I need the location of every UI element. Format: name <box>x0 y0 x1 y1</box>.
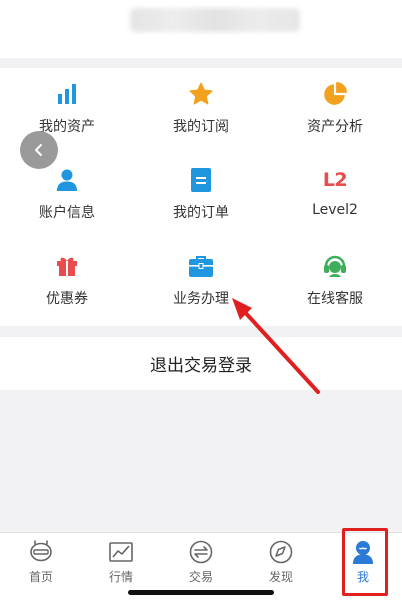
l2-icon: L2 <box>321 166 349 194</box>
customer-service-icon <box>321 252 349 280</box>
pie-chart-icon <box>321 80 349 108</box>
profile-icon <box>353 541 373 564</box>
grid-item-coupons[interactable]: 优惠券 <box>0 240 134 326</box>
order-icon <box>187 166 215 194</box>
tab-market[interactable]: 行情 <box>81 539 161 589</box>
tab-label: 行情 <box>108 570 133 584</box>
compass-icon <box>269 540 293 564</box>
blurred-username <box>130 8 300 32</box>
logout-trade-button[interactable]: 退出交易登录 <box>0 337 402 390</box>
function-grid: 我的资产 我的订阅 资产分析 账户信息 我的订单 L2 Level2 优惠券 业… <box>0 68 402 326</box>
grid-item-label: 我的订单 <box>173 205 229 221</box>
bar-chart-icon <box>53 80 81 108</box>
grid-item-label: 资产分析 <box>307 119 363 135</box>
user-icon <box>53 166 81 194</box>
tab-me[interactable]: 我 <box>323 539 402 589</box>
tab-label: 发现 <box>268 570 293 584</box>
chevron-left-icon <box>35 144 42 156</box>
grid-item-label: 业务办理 <box>173 291 229 307</box>
market-chart-icon <box>109 542 133 562</box>
grid-item-label: 在线客服 <box>307 291 363 307</box>
star-icon <box>187 80 215 108</box>
grid-item-my-assets[interactable]: 我的资产 <box>0 68 134 154</box>
tab-label: 我 <box>356 570 369 584</box>
l2-icon-text: L2 <box>322 169 348 191</box>
bottom-tab-bar: 首页 行情 交易 发现 我 <box>0 532 402 609</box>
tab-home[interactable]: 首页 <box>1 539 81 589</box>
grid-item-label: 优惠券 <box>46 291 88 307</box>
tab-label: 交易 <box>188 570 213 584</box>
tab-label: 首页 <box>28 570 53 584</box>
back-button[interactable] <box>20 131 58 169</box>
grid-item-level2[interactable]: L2 Level2 <box>268 154 402 240</box>
grid-item-online-service[interactable]: 在线客服 <box>268 240 402 326</box>
grid-item-my-subscriptions[interactable]: 我的订阅 <box>134 68 268 154</box>
gift-icon <box>53 252 81 280</box>
tab-trade[interactable]: 交易 <box>161 539 241 589</box>
grid-item-my-orders[interactable]: 我的订单 <box>134 154 268 240</box>
grid-item-label: 我的订阅 <box>173 119 229 135</box>
trade-icon <box>189 540 213 564</box>
tab-discover[interactable]: 发现 <box>241 539 321 589</box>
grid-item-account-info[interactable]: 账户信息 <box>0 154 134 240</box>
header <box>0 0 402 58</box>
grid-item-label: Level2 <box>312 202 358 218</box>
logout-trade-label: 退出交易登录 <box>150 356 252 376</box>
home-icon <box>30 540 52 562</box>
grid-item-asset-analysis[interactable]: 资产分析 <box>268 68 402 154</box>
home-indicator[interactable] <box>128 590 274 595</box>
grid-item-business-handling[interactable]: 业务办理 <box>134 240 268 326</box>
briefcase-icon <box>187 252 215 280</box>
grid-item-label: 账户信息 <box>39 205 95 221</box>
